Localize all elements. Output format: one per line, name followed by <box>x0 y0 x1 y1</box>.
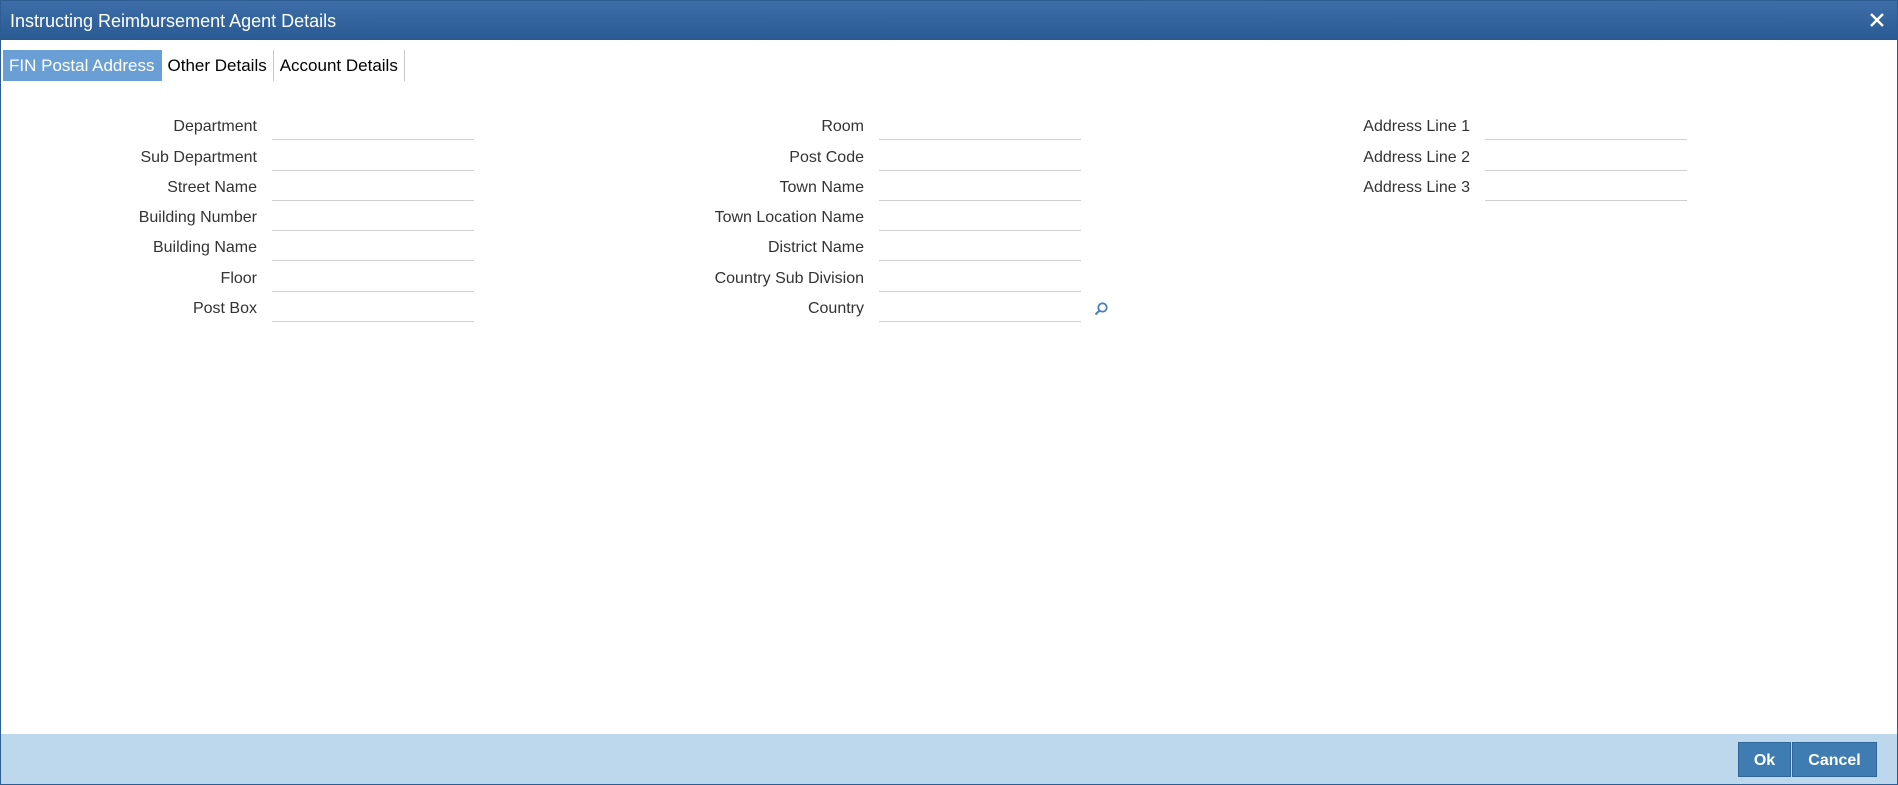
district-name-row: District Name <box>501 234 1101 262</box>
town-name-row: Town Name <box>501 174 1101 202</box>
town-location-name-label: Town Location Name <box>714 209 864 226</box>
post-code-input[interactable] <box>879 144 1081 171</box>
dialog-title: Instructing Reimbursement Agent Details <box>10 11 337 31</box>
room-row: Room <box>501 113 1101 141</box>
dialog-window: Instructing Reimbursement Agent Details … <box>0 0 1898 785</box>
address-line-1-label: Address Line 1 <box>1363 118 1470 135</box>
room-input[interactable] <box>879 113 1081 140</box>
country-label: Country <box>807 300 864 317</box>
title-bar: Instructing Reimbursement Agent Details <box>1 1 1897 40</box>
close-icon[interactable] <box>1867 10 1887 30</box>
post-box-input[interactable] <box>272 295 474 322</box>
tab-bar: FIN Postal Address Other Details Account… <box>3 50 405 81</box>
dialog-footer: Ok Cancel <box>1 734 1897 784</box>
building-number-input[interactable] <box>272 204 474 231</box>
address-line-2-label: Address Line 2 <box>1363 149 1470 166</box>
street-name-row: Street Name <box>1 174 481 202</box>
department-label: Department <box>173 118 257 135</box>
street-name-label: Street Name <box>167 179 257 196</box>
floor-input[interactable] <box>272 265 474 292</box>
search-icon[interactable] <box>1093 301 1109 317</box>
sub-department-row: Sub Department <box>1 144 481 172</box>
department-input[interactable] <box>272 113 474 140</box>
town-location-name-input[interactable] <box>879 204 1081 231</box>
address-line-2-row: Address Line 2 <box>1201 144 1801 172</box>
district-name-input[interactable] <box>879 234 1081 261</box>
post-box-row: Post Box <box>1 295 481 323</box>
tab-account-details[interactable]: Account Details <box>274 50 405 81</box>
country-sub-division-label: Country Sub Division <box>714 270 864 287</box>
tab-other-details[interactable]: Other Details <box>162 50 274 81</box>
ok-button[interactable]: Ok <box>1738 742 1791 777</box>
address-line-3-label: Address Line 3 <box>1363 179 1470 196</box>
address-line-1-input[interactable] <box>1485 113 1687 140</box>
district-name-label: District Name <box>767 239 864 256</box>
town-name-label: Town Name <box>779 179 864 196</box>
department-row: Department <box>1 113 481 141</box>
room-label: Room <box>821 118 864 135</box>
country-input[interactable] <box>879 295 1081 322</box>
sub-department-input[interactable] <box>272 144 474 171</box>
post-box-label: Post Box <box>192 300 257 317</box>
address-line-3-input[interactable] <box>1485 174 1687 201</box>
post-code-row: Post Code <box>501 144 1101 172</box>
floor-row: Floor <box>1 265 481 293</box>
tab-fin-postal-address[interactable]: FIN Postal Address <box>3 50 162 81</box>
cancel-button[interactable]: Cancel <box>1792 742 1877 777</box>
street-name-input[interactable] <box>272 174 474 201</box>
country-row: Country <box>501 295 1108 323</box>
address-line-3-row: Address Line 3 <box>1201 174 1801 202</box>
country-sub-division-input[interactable] <box>879 265 1081 292</box>
post-code-label: Post Code <box>789 149 864 166</box>
sub-department-label: Sub Department <box>140 149 257 166</box>
building-number-label: Building Number <box>138 209 257 226</box>
building-name-input[interactable] <box>272 234 474 261</box>
building-number-row: Building Number <box>1 204 481 232</box>
address-line-2-input[interactable] <box>1485 144 1687 171</box>
floor-label: Floor <box>220 270 257 287</box>
building-name-row: Building Name <box>1 234 481 262</box>
country-sub-division-row: Country Sub Division <box>501 265 1101 293</box>
address-line-1-row: Address Line 1 <box>1201 113 1801 141</box>
building-name-label: Building Name <box>152 239 257 256</box>
town-location-name-row: Town Location Name <box>501 204 1101 232</box>
town-name-input[interactable] <box>879 174 1081 201</box>
